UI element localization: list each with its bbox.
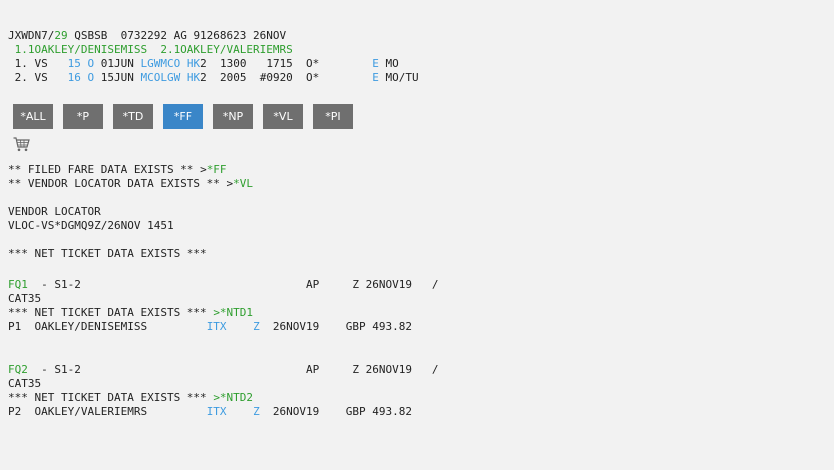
pnr-header-line: JXWDN7/29 QSBSB 0732292 AG 91268623 26NO… xyxy=(8,29,286,43)
eticket-flag: E xyxy=(372,57,379,70)
fq2-link[interactable]: FQ2 xyxy=(8,363,28,376)
segment-line: 2. VS 16 O 15JUN MCOLGW HK2 2005 #0920 O… xyxy=(8,71,419,85)
segment-days: MO/TU xyxy=(378,71,419,84)
segment-date: 15JUN xyxy=(94,71,141,84)
vendor-locator-title: VENDOR LOCATOR xyxy=(8,205,101,218)
fare-type: ITX xyxy=(206,320,227,333)
net-ticket-line: *** NET TICKET DATA EXISTS *** >*NTD2 xyxy=(8,391,253,405)
city-pair: LGWMCO xyxy=(140,57,181,70)
flight-number: 15 O xyxy=(67,57,95,70)
fare-quote-details: - S1-2 AP Z 26NOV19 / xyxy=(27,363,439,376)
ntd2-link[interactable]: >*NTD2 xyxy=(213,391,253,404)
p-button[interactable]: *P xyxy=(63,104,103,129)
vl-button[interactable]: *VL xyxy=(263,104,303,129)
agent-code: 29 xyxy=(54,29,68,42)
pi-button[interactable]: *PI xyxy=(313,104,353,129)
segment-times: 2 2005 #0920 O* xyxy=(200,71,373,84)
eticket-flag: E xyxy=(372,71,379,84)
fare-category: CAT35 xyxy=(8,292,42,305)
fare-class: Z xyxy=(253,320,260,333)
filed-fare-notice: ** FILED FARE DATA EXISTS ** >*FF xyxy=(8,163,227,177)
pnr-header-rest: QSBSB 0732292 AG 91268623 26NOV xyxy=(67,29,287,42)
net-ticket-header: *** NET TICKET DATA EXISTS *** xyxy=(8,247,207,260)
ff-link[interactable]: *FF xyxy=(207,163,227,176)
passenger-names: 1.1OAKLEY/DENISEMISS 2.1OAKLEY/VALERIEMR… xyxy=(8,43,293,56)
net-ticket-line: *** NET TICKET DATA EXISTS *** >*NTD1 xyxy=(8,306,253,320)
ntd1-link[interactable]: >*NTD1 xyxy=(213,306,253,319)
fq1-link[interactable]: FQ1 xyxy=(8,278,28,291)
flight-number: 16 O xyxy=(67,71,95,84)
np-button[interactable]: *NP xyxy=(213,104,253,129)
ff-button[interactable]: *FF xyxy=(163,104,203,129)
fare-quote-details: - S1-2 AP Z 26NOV19 / xyxy=(27,278,439,291)
city-pair: MCOLGW xyxy=(140,71,181,84)
passenger-fare-line: P2 OAKLEY/VALERIEMRS ITX Z 26NOV19 GBP 4… xyxy=(8,405,412,419)
segment-number: 1. VS xyxy=(8,57,68,70)
segment-date: 01JUN xyxy=(94,57,141,70)
notice-text: ** FILED FARE DATA EXISTS ** xyxy=(8,163,201,176)
segment-number: 2. VS xyxy=(8,71,68,84)
record-locator: JXWDN7/ xyxy=(8,29,55,42)
segment-days: MO xyxy=(378,57,399,70)
segment-times: 2 1300 1715 O* xyxy=(200,57,373,70)
net-ticket-text: *** NET TICKET DATA EXISTS *** xyxy=(8,391,214,404)
fare-quote-line: FQ1 - S1-2 AP Z 26NOV19 / xyxy=(8,278,438,292)
segment-status: HK xyxy=(186,57,201,70)
fare-amount: 26NOV19 GBP 493.82 xyxy=(259,320,413,333)
td-button[interactable]: *TD xyxy=(113,104,153,129)
notice-arrow: > xyxy=(200,163,207,176)
segment-line: 1. VS 15 O 01JUN LGWMCO HK2 1300 1715 O*… xyxy=(8,57,399,71)
passenger-fare-name: P1 OAKLEY/DENISEMISS xyxy=(8,320,207,333)
shopping-cart-icon[interactable] xyxy=(13,137,30,152)
fare-quote-line: FQ2 - S1-2 AP Z 26NOV19 / xyxy=(8,363,438,377)
vendor-locator-value: VLOC-VS*DGMQ9Z/26NOV 1451 xyxy=(8,219,174,232)
notice-text: ** VENDOR LOCATOR DATA EXISTS ** xyxy=(8,177,227,190)
fare-type: ITX xyxy=(206,405,227,418)
passenger-fare-name: P2 OAKLEY/VALERIEMRS xyxy=(8,405,207,418)
fare-class: Z xyxy=(253,405,260,418)
vl-link[interactable]: *VL xyxy=(233,177,253,190)
fare-amount: 26NOV19 GBP 493.82 xyxy=(259,405,413,418)
segment-status: HK xyxy=(186,71,201,84)
fare-category: CAT35 xyxy=(8,377,42,390)
vendor-locator-notice: ** VENDOR LOCATOR DATA EXISTS ** >*VL xyxy=(8,177,253,191)
all-button[interactable]: *ALL xyxy=(13,104,53,129)
net-ticket-text: *** NET TICKET DATA EXISTS *** xyxy=(8,306,214,319)
passenger-fare-line: P1 OAKLEY/DENISEMISS ITX Z 26NOV19 GBP 4… xyxy=(8,320,412,334)
